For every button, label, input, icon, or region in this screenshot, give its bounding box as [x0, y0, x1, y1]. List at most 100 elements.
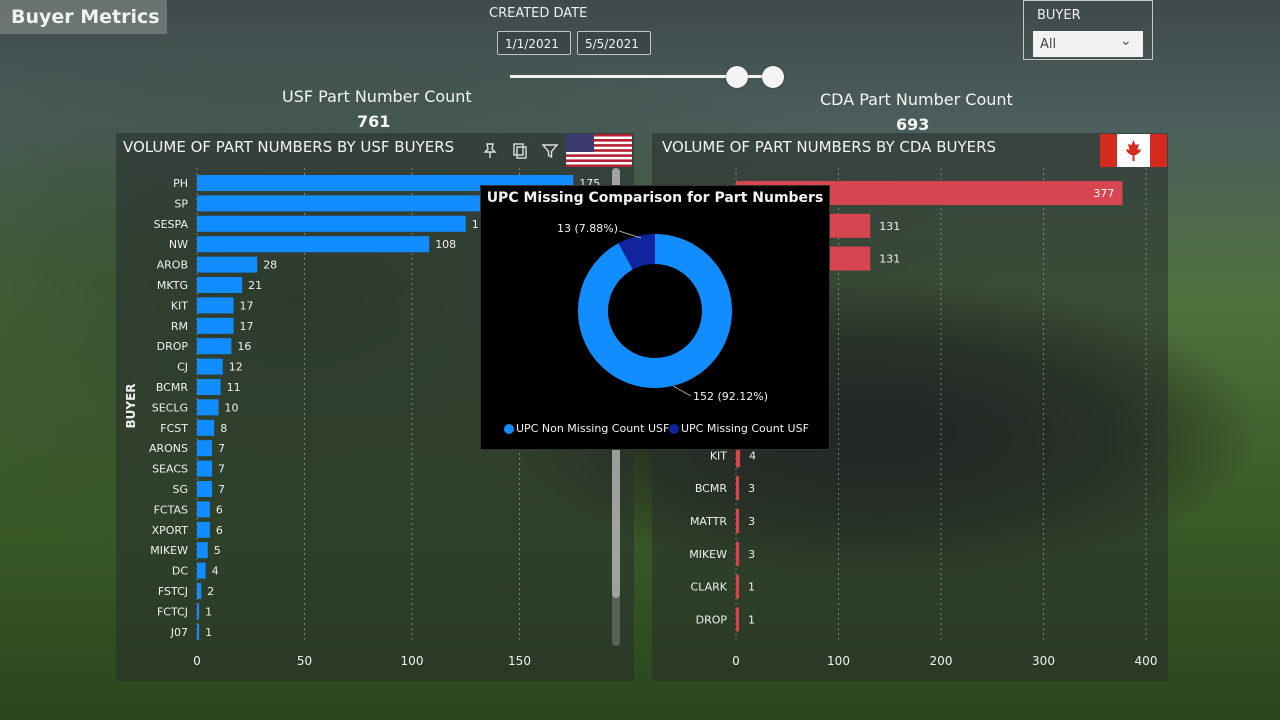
usf-value-label: 7 [218, 442, 225, 455]
usf-bar [197, 542, 208, 559]
cda-bar [736, 509, 740, 533]
usf-category-label: SECLG [152, 401, 188, 414]
usf-value-label: 5 [214, 544, 221, 557]
usf-value-label: 1 [205, 605, 212, 618]
nonmissing-data-label: 152 (92.12%) [693, 390, 769, 403]
us-flag-icon [566, 134, 632, 167]
upc-donut-popup[interactable]: UPC Missing Comparison for Part Numbers … [480, 185, 830, 450]
report-title-bar: Buyer Metrics [0, 0, 167, 34]
usf-value-label: 7 [218, 483, 225, 496]
created-date-label: CREATED DATE [489, 6, 588, 21]
cda-kpi-value: 693 [896, 115, 930, 134]
missing-leader-line [618, 230, 642, 239]
usf-bar [197, 521, 210, 538]
usf-x-tick-label: 150 [508, 654, 531, 668]
usf-category-label: AROB [157, 259, 188, 272]
usf-value-label: 8 [220, 422, 227, 435]
usf-bar [197, 256, 258, 273]
pin-icon[interactable] [481, 142, 499, 164]
cda-category-label: CLARK [691, 581, 728, 594]
usf-bar [197, 215, 466, 232]
usf-category-label: XPORT [152, 524, 189, 537]
cda-category-label: KIT [710, 449, 727, 462]
cda-value-label: 4 [749, 449, 756, 462]
usf-value-label: 7 [218, 463, 225, 476]
cda-bar [736, 541, 740, 566]
cda-value-label: 3 [748, 515, 755, 528]
cda-category-label: DROP [696, 613, 728, 626]
usf-category-label: ARONS [149, 442, 188, 455]
usf-value-label: 6 [216, 524, 223, 537]
usf-value-label: 6 [216, 503, 223, 516]
usf-category-label: RM [171, 320, 188, 333]
usf-bar [197, 583, 202, 599]
cda-x-tick-label: 400 [1135, 654, 1158, 668]
cda-category-label: MIKEW [689, 548, 727, 561]
usf-value-label: 28 [263, 259, 277, 272]
start-date-input[interactable]: 1/1/2021 [497, 31, 571, 55]
filter-icon[interactable] [541, 142, 559, 164]
usf-value-label: 17 [240, 320, 254, 333]
usf-value-label: 17 [240, 299, 254, 312]
usf-category-label: DC [172, 565, 188, 578]
end-date-input[interactable]: 5/5/2021 [577, 31, 651, 55]
canada-flag-icon [1100, 134, 1167, 167]
usf-bar [197, 399, 219, 416]
usf-bar [197, 277, 243, 293]
usf-category-label: SESPA [154, 218, 189, 231]
usf-category-label: MIKEW [150, 544, 188, 557]
usf-value-label: 1 [205, 626, 212, 639]
cda-x-tick-label: 100 [827, 654, 850, 668]
usf-category-label: SG [172, 483, 188, 496]
usf-value-label: 21 [248, 279, 262, 292]
cda-x-tick-label: 200 [930, 654, 953, 668]
legend-nonmissing-marker [504, 424, 514, 434]
usf-bar [197, 297, 234, 314]
usf-category-label: FCST [160, 422, 188, 435]
cda-kpi-title: CDA Part Number Count [820, 90, 1013, 109]
missing-data-label: 13 (7.88%) [557, 222, 619, 235]
slider-end-handle[interactable] [762, 66, 784, 88]
legend-nonmissing-label: UPC Non Missing Count USF [516, 422, 670, 435]
usf-category-label: FCTCJ [157, 605, 188, 618]
nonmissing-leader-line [672, 385, 692, 397]
usf-category-label: BCMR [156, 381, 189, 394]
usf-category-label: NW [169, 238, 188, 251]
usf-bar [197, 562, 206, 579]
cda-chart-title: VOLUME OF PART NUMBERS BY CDA BUYERS [662, 138, 997, 156]
upc-donut-chart [578, 230, 732, 397]
usf-chart-title: VOLUME OF PART NUMBERS BY USF BUYERS [123, 138, 455, 156]
usf-category-label: FSTCJ [158, 585, 188, 598]
cda-value-label: 1 [748, 613, 755, 626]
usf-bar [197, 440, 213, 457]
usf-value-label: 16 [237, 340, 251, 353]
cda-bar [736, 476, 740, 501]
usf-bar [197, 338, 232, 355]
slider-start-handle[interactable] [726, 66, 748, 88]
cda-value-label: 131 [879, 253, 900, 266]
cda-category-label: MATTR [690, 515, 727, 528]
usf-value-label: 4 [212, 565, 219, 578]
usf-bar [197, 623, 200, 640]
usf-bar [197, 501, 210, 518]
usf-y-axis-label: BUYER [124, 383, 138, 428]
usf-category-label: SEACS [152, 463, 188, 476]
cda-value-label: 3 [748, 548, 755, 561]
legend-missing-label: UPC Missing Count USF [681, 422, 809, 435]
copy-icon[interactable] [511, 142, 529, 164]
legend-missing-marker [669, 424, 679, 434]
cda-value-label: 131 [879, 220, 900, 233]
cda-value-label: 3 [748, 482, 755, 495]
report-title: Buyer Metrics [11, 6, 160, 28]
chevron-down-icon[interactable]: ⌄ [1120, 33, 1132, 49]
cda-x-tick-label: 300 [1032, 654, 1055, 668]
usf-value-label: 10 [225, 401, 239, 414]
cda-x-tick-label: 0 [732, 654, 740, 668]
cda-value-label: 377 [1093, 187, 1114, 200]
usf-bar [197, 603, 200, 620]
usf-x-tick-label: 0 [193, 654, 201, 668]
usf-value-label: 108 [435, 238, 456, 251]
usf-bar [197, 379, 221, 395]
cda-bar [736, 607, 739, 632]
usf-bar [197, 358, 223, 375]
